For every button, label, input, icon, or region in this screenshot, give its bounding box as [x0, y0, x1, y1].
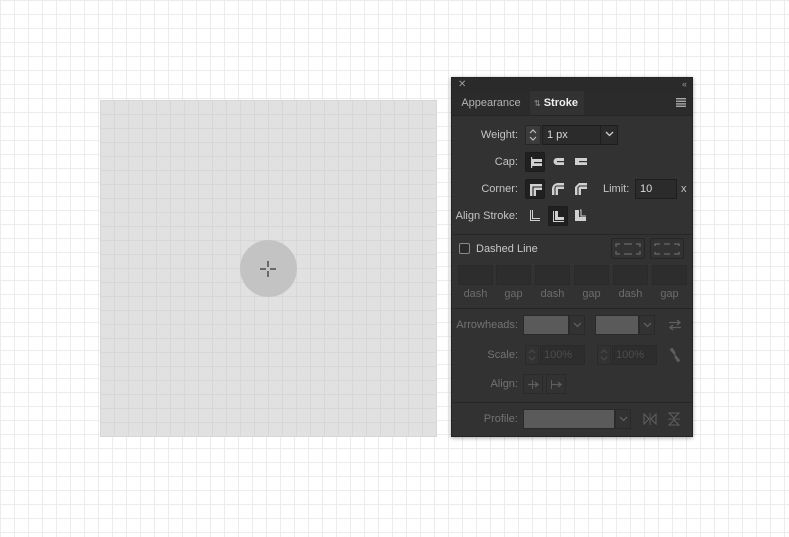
start-arrowhead-dropdown[interactable]	[569, 315, 585, 335]
round-cap-button[interactable]	[548, 152, 568, 172]
dash-input-3[interactable]	[613, 265, 648, 285]
scale-start-stepper[interactable]	[525, 345, 539, 365]
miter-join-button[interactable]	[525, 179, 545, 199]
butt-cap-button[interactable]	[525, 152, 545, 172]
weight-label: Weight:	[480, 129, 518, 141]
dash-header: dash	[540, 288, 565, 300]
start-arrowhead-select[interactable]	[523, 315, 569, 335]
dash-align-icon	[654, 243, 680, 255]
panel-titlebar[interactable]: ✕ ‹‹	[452, 78, 692, 91]
round-cap-icon	[553, 158, 564, 165]
gap-header: gap	[504, 288, 523, 300]
arrow-place-button[interactable]	[546, 374, 566, 394]
scale-end-input[interactable]: 100%	[612, 345, 657, 365]
dash-input-1[interactable]	[458, 265, 493, 285]
profile-row: Profile:	[452, 408, 692, 430]
projecting-cap-button[interactable]	[571, 152, 591, 172]
tab-stroke-label: Stroke	[543, 97, 578, 109]
align-inside-button[interactable]	[548, 206, 568, 226]
arrow-place-icon	[551, 380, 562, 389]
gap-header: gap	[660, 288, 679, 300]
scale-row: Scale: 100% 100%	[452, 344, 692, 366]
align-center-button[interactable]	[525, 206, 545, 226]
round-join-icon	[552, 183, 564, 195]
close-icon[interactable]: ✕	[458, 78, 466, 91]
flip-vertical-icon[interactable]	[668, 412, 680, 426]
align-outside-button[interactable]	[571, 206, 591, 226]
limit-label: Limit:	[603, 183, 630, 195]
align-outside-icon	[575, 209, 586, 221]
panel-menu-icon[interactable]	[676, 98, 686, 107]
artboard[interactable]	[100, 100, 437, 437]
scale-start-input[interactable]: 100%	[540, 345, 585, 365]
stepper-arrows-icon	[528, 349, 536, 361]
limit-input[interactable]: 10	[635, 179, 677, 199]
panel-tabs: Appearance ⇅ Stroke	[452, 91, 692, 116]
dash-input-2[interactable]	[535, 265, 570, 285]
tab-reorder-icon: ⇅	[534, 99, 541, 108]
cap-row: Cap:	[452, 151, 692, 173]
cap-label: Cap:	[494, 156, 518, 168]
weight-row: Weight: 1 px	[452, 124, 692, 146]
separator	[452, 402, 692, 403]
profile-select[interactable]	[523, 409, 615, 429]
arrow-align-row: Align:	[452, 373, 692, 395]
end-arrowhead-select[interactable]	[595, 315, 639, 335]
stroke-panel: ✕ ‹‹ Appearance ⇅ Stroke Weight: 1 px Ca…	[451, 77, 693, 437]
gap-input-1[interactable]	[496, 265, 531, 285]
round-join-button[interactable]	[548, 179, 568, 199]
profile-dropdown[interactable]	[615, 409, 631, 429]
scale-label: Scale:	[487, 349, 518, 361]
chevron-down-icon	[643, 322, 652, 328]
arrowheads-row: Arrowheads:	[452, 314, 692, 336]
butt-cap-icon	[531, 157, 542, 168]
align-stroke-label: Align Stroke:	[455, 210, 518, 222]
weight-stepper[interactable]	[525, 125, 541, 145]
weight-dropdown[interactable]	[600, 125, 618, 145]
align-center-icon	[530, 210, 540, 221]
arrow-align-label: Align:	[490, 378, 518, 390]
end-arrowhead-dropdown[interactable]	[639, 315, 655, 335]
corner-row: Corner: Limit: 10 x	[452, 178, 692, 200]
stepper-arrows-icon	[600, 349, 608, 361]
unlink-scale-icon[interactable]	[668, 347, 682, 363]
dashed-line-checkbox[interactable]	[459, 243, 470, 254]
gap-input-2[interactable]	[574, 265, 609, 285]
swap-arrows-icon[interactable]	[668, 319, 682, 331]
align-stroke-row: Align Stroke:	[452, 205, 692, 227]
arrow-extend-button[interactable]	[523, 374, 543, 394]
dashed-line-label: Dashed Line	[476, 243, 538, 255]
dash-corners-icon	[615, 243, 641, 255]
miter-join-icon	[530, 184, 542, 196]
dash-header: dash	[463, 288, 488, 300]
dash-header: dash	[618, 288, 643, 300]
gap-input-3[interactable]	[652, 265, 687, 285]
projecting-cap-icon	[575, 158, 587, 165]
arrowheads-label: Arrowheads:	[456, 319, 518, 331]
chevron-down-icon	[573, 322, 582, 328]
align-dash-button[interactable]	[650, 238, 684, 259]
chevron-down-icon	[619, 416, 628, 422]
tab-stroke[interactable]: ⇅ Stroke	[530, 91, 584, 115]
scale-end-stepper[interactable]	[597, 345, 611, 365]
align-inside-icon	[553, 211, 564, 222]
profile-label: Profile:	[483, 413, 518, 425]
dashed-line-row: Dashed Line	[452, 238, 692, 260]
separator	[452, 234, 692, 235]
separator	[452, 308, 692, 309]
crosshair-cursor-icon	[260, 261, 276, 277]
bevel-join-icon	[575, 183, 587, 195]
arrow-extend-icon	[528, 380, 539, 389]
preserve-dash-button[interactable]	[611, 238, 645, 259]
corner-label: Corner:	[481, 183, 518, 195]
flip-horizontal-icon[interactable]	[643, 413, 657, 425]
tab-appearance[interactable]: Appearance	[452, 91, 530, 115]
bevel-join-button[interactable]	[571, 179, 591, 199]
limit-unit: x	[681, 183, 687, 195]
stepper-arrows-icon	[529, 129, 537, 141]
gap-header: gap	[582, 288, 601, 300]
chevron-down-icon	[605, 131, 614, 137]
collapse-icon[interactable]: ‹‹	[682, 78, 687, 91]
